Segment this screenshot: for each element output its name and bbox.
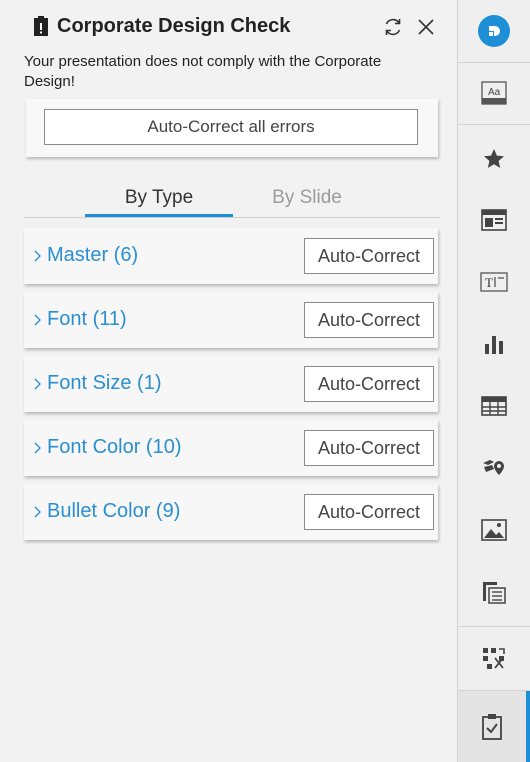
- chevron-right-icon[interactable]: [32, 505, 42, 519]
- chevron-right-icon[interactable]: [32, 313, 42, 327]
- text-box-icon: T: [480, 272, 508, 292]
- toolbar-textbox-button[interactable]: T: [458, 251, 530, 313]
- right-toolbar: Aa T: [457, 0, 530, 762]
- pane-title: Corporate Design Check: [57, 15, 291, 37]
- toolbar-shuffle-button[interactable]: [458, 628, 530, 690]
- toolbar-layout-button[interactable]: [458, 189, 530, 251]
- auto-correct-button[interactable]: Auto-Correct: [304, 430, 434, 466]
- category-row-font-color: Font Color (10) Auto-Correct: [24, 420, 438, 476]
- toolbar-divider: [458, 124, 530, 125]
- toolbar-favorites-button[interactable]: [458, 128, 530, 190]
- clipboard-icon: [34, 16, 48, 36]
- auto-correct-button[interactable]: Auto-Correct: [304, 494, 434, 530]
- font-styles-icon: Aa: [481, 81, 507, 105]
- auto-correct-button[interactable]: Auto-Correct: [304, 238, 434, 274]
- category-list: Master (6) Auto-Correct Font (11) Auto-C…: [24, 228, 440, 548]
- category-label[interactable]: Font (11): [47, 308, 127, 331]
- auto-correct-button[interactable]: Auto-Correct: [304, 302, 434, 338]
- clipboard-check-icon: [482, 713, 502, 740]
- logo-icon: [478, 15, 510, 47]
- map-pin-icon: [483, 460, 504, 475]
- chevron-right-icon[interactable]: [32, 377, 42, 391]
- svg-text:T: T: [485, 275, 493, 290]
- auto-correct-button[interactable]: Auto-Correct: [304, 366, 434, 402]
- chevron-right-icon[interactable]: [32, 249, 42, 263]
- category-row-master: Master (6) Auto-Correct: [24, 228, 438, 284]
- tab-by-type[interactable]: By Type: [85, 187, 233, 217]
- toolbar-design-check-button[interactable]: [458, 691, 530, 762]
- toolbar-divider: [458, 626, 530, 627]
- auto-correct-all-card: Auto-Correct all errors: [26, 99, 438, 157]
- toolbar-font-styles-button[interactable]: Aa: [458, 62, 530, 124]
- category-label[interactable]: Master (6): [47, 244, 138, 267]
- agenda-icon: [483, 582, 506, 604]
- view-tabs: By Type By Slide: [24, 182, 440, 218]
- close-icon[interactable]: [415, 16, 437, 38]
- category-label[interactable]: Bullet Color (9): [47, 500, 180, 523]
- category-row-font: Font (11) Auto-Correct: [24, 292, 438, 348]
- category-label[interactable]: Font Color (10): [47, 436, 182, 459]
- toolbar-image-button[interactable]: [458, 499, 530, 561]
- chevron-right-icon[interactable]: [32, 441, 42, 455]
- tab-by-slide[interactable]: By Slide: [233, 187, 381, 217]
- refresh-icon[interactable]: [382, 16, 404, 38]
- toolbar-map-button[interactable]: [458, 437, 530, 499]
- pane-header: Corporate Design Check: [0, 0, 457, 50]
- category-label[interactable]: Font Size (1): [47, 372, 161, 395]
- shuffle-grid-icon: [483, 648, 505, 669]
- category-row-bullet-color: Bullet Color (9) Auto-Correct: [24, 484, 438, 540]
- table-icon: [481, 396, 507, 416]
- auto-correct-all-button[interactable]: Auto-Correct all errors: [44, 109, 418, 145]
- svg-text:Aa: Aa: [488, 87, 501, 98]
- star-icon: [484, 149, 504, 168]
- design-check-pane: Corporate Design Check Your presentation…: [0, 0, 457, 762]
- image-icon: [481, 519, 507, 541]
- toolbar-chart-button[interactable]: [458, 313, 530, 375]
- toolbar-table-button[interactable]: [458, 375, 530, 437]
- bar-chart-icon: [485, 336, 503, 354]
- toolbar-logo-button[interactable]: [458, 0, 530, 62]
- compliance-message: Your presentation does not comply with t…: [24, 53, 382, 90]
- layout-icon: [481, 209, 507, 231]
- toolbar-agenda-button[interactable]: [458, 561, 530, 623]
- category-row-font-size: Font Size (1) Auto-Correct: [24, 356, 438, 412]
